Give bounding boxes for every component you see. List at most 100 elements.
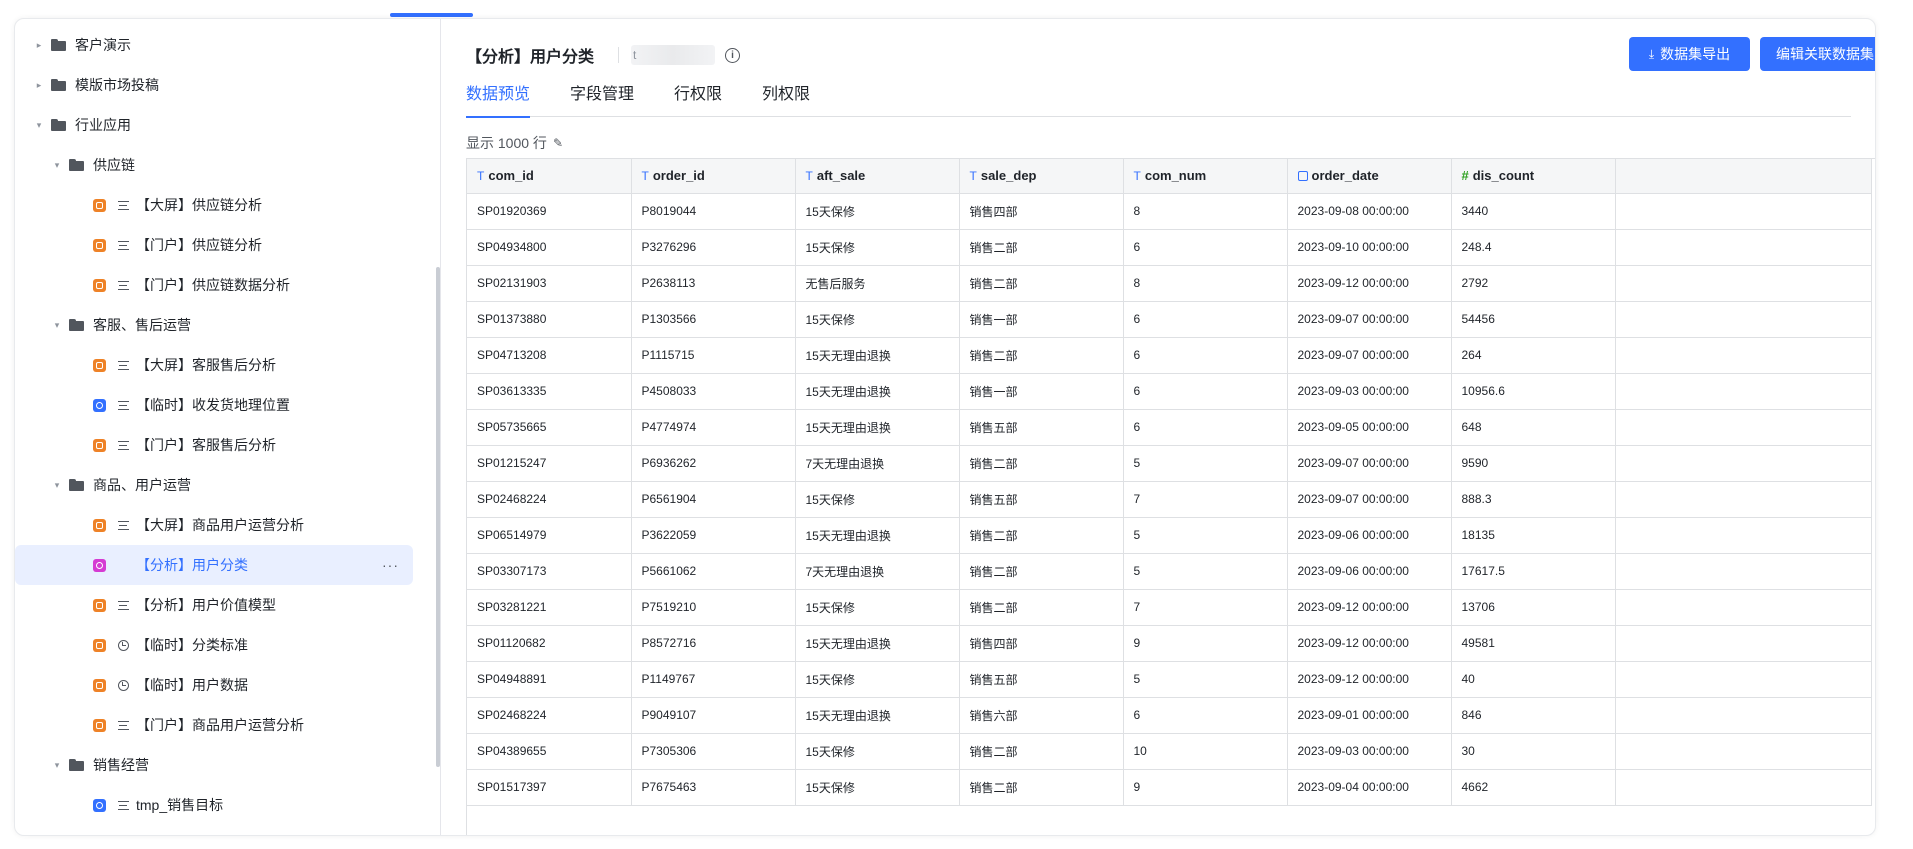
tab-column-permission[interactable]: 列权限 (762, 83, 810, 117)
tree-item-label: 【门户】供应链数据分析 (136, 277, 290, 293)
table-cell: 5 (1123, 445, 1288, 482)
table-cell: 888.3 (1451, 481, 1616, 518)
table-cell: 30 (1451, 733, 1616, 770)
export-dataset-button[interactable]: ⤓ 数据集导出 (1629, 37, 1750, 71)
tree-folder[interactable]: ▸ 模版市场投稿 (15, 65, 415, 105)
tree-folder[interactable]: ▾ 供应链 (15, 145, 415, 185)
folder-icon (51, 119, 67, 131)
column-name: dis_count (1472, 168, 1535, 184)
table-row: SP04948891 P1149767 15天保修 销售五部 5 2023-09-12 0… (467, 661, 1872, 698)
tree-dataset[interactable]: 【大屏】商品用户运营分析 (15, 505, 415, 545)
tab-data-preview[interactable]: 数据预览 (466, 83, 531, 118)
tree-item-label: 【大屏】供应链分析 (136, 197, 262, 213)
folder-icon (69, 159, 85, 171)
tree-dataset[interactable]: tmp_销售目标 (15, 785, 415, 825)
tree-folder[interactable]: ▾ 销售经营 (15, 745, 415, 785)
tree-item-label: 【门户】客服售后分析 (136, 437, 276, 453)
column-header[interactable]: # dis_count (1451, 159, 1616, 194)
table-cell: 7天无理由退换 (795, 553, 960, 590)
text-type-icon: T (969, 169, 977, 184)
tab-field-management[interactable]: 字段管理 (570, 83, 634, 117)
table-cell: P5661062 (631, 553, 796, 590)
table-cell: 8 (1123, 265, 1288, 302)
table-cell-overflow (1615, 697, 1872, 734)
dataset-type-icon (93, 598, 106, 612)
info-icon[interactable]: i (725, 47, 741, 63)
tree-dataset[interactable]: 【临时】收发货地理位置 (15, 385, 415, 425)
tree-dataset[interactable]: 【门户】供应链数据分析 (15, 265, 415, 305)
caret-down-icon[interactable]: ▾ (51, 159, 63, 171)
tree-folder[interactable]: ▾ 行业应用 (15, 105, 415, 145)
table-row: SP05735665 P4774974 15天无理由退换 销售五部 6 2023-09-0… (467, 409, 1872, 446)
table-row: SP01373880 P1303566 15天保修 销售一部 6 2023-09-07 0… (467, 301, 1872, 338)
caret-down-icon[interactable]: ▾ (51, 319, 63, 331)
table-cell: 15天保修 (795, 229, 960, 266)
table-cell-overflow (1615, 265, 1872, 302)
tree-dataset[interactable]: 【门户】供应链分析 (15, 225, 415, 265)
table-cell: 2023-09-03 00:00:00 (1287, 733, 1452, 770)
tree-folder[interactable]: ▸ 客户演示 (15, 25, 415, 65)
tree-dataset[interactable]: 【门户】商品用户运营分析 (15, 705, 415, 745)
tree-folder[interactable]: ▾ 客服、售后运营 (15, 305, 415, 345)
folder-icon (51, 79, 67, 91)
column-name: order_id (652, 168, 705, 184)
caret-down-icon[interactable]: ▾ (51, 479, 63, 491)
caret-right-icon[interactable]: ▸ (33, 79, 45, 91)
dataset-detail-panel: 【分析】用户分类 t i ⤓ 数据集导出 编辑关联数据集 数据预览 字段管理 行… (442, 19, 1875, 835)
tree-dataset[interactable]: 【分析】用户价值模型 (15, 585, 415, 625)
sidebar-scrollbar[interactable] (436, 267, 440, 767)
clock-icon (116, 678, 130, 692)
table-cell: 15天保修 (795, 769, 960, 806)
table-cell: 销售四部 (959, 625, 1124, 662)
column-header[interactable]: Torder_id (631, 159, 796, 194)
table-cell: SP03281221 (467, 589, 632, 626)
tree-dataset[interactable]: 【大屏】客服售后分析 (15, 345, 415, 385)
table-cell: 销售四部 (959, 193, 1124, 230)
more-options-icon[interactable]: ··· (382, 557, 399, 573)
table-horizontal-scrollbar[interactable] (466, 835, 1706, 836)
column-header[interactable]: order_date (1287, 159, 1452, 194)
dataset-type-icon (93, 558, 106, 572)
tree-dataset[interactable]: 【临时】分类标准 (15, 625, 415, 665)
table-cell: SP02468224 (467, 481, 632, 518)
tree-dataset[interactable]: 【门户】客服售后分析 (15, 425, 415, 465)
table-cell: 2023-09-06 00:00:00 (1287, 517, 1452, 554)
tree-dataset[interactable]: 【分析】用户分类 ··· (15, 545, 413, 585)
tree-item-label: 客服、售后运营 (93, 317, 191, 333)
caret-down-icon[interactable]: ▾ (33, 119, 45, 131)
dataset-type-icon (93, 198, 106, 212)
caret-right-icon[interactable]: ▸ (33, 39, 45, 51)
table-cell: SP03613335 (467, 373, 632, 410)
column-name: com_num (1144, 168, 1207, 184)
tree-dataset[interactable]: 【临时】用户数据 (15, 665, 415, 705)
tree-folder[interactable]: ▾ 商品、用户运营 (15, 465, 415, 505)
table-row: SP02468224 P9049107 15天无理由退换 销售六部 6 2023-09-0… (467, 697, 1872, 734)
table-row: SP03281221 P7519210 15天保修 销售二部 7 2023-09-12 0… (467, 589, 1872, 626)
edit-row-count-icon[interactable]: ✎ (553, 136, 563, 150)
tree-item-label: tmp_销售目标 (136, 797, 224, 813)
table-cell: SP04934800 (467, 229, 632, 266)
table-cell: 15天无理由退换 (795, 337, 960, 374)
table-cell: 销售一部 (959, 373, 1124, 410)
caret-down-icon[interactable]: ▾ (51, 759, 63, 771)
table-cell: P4508033 (631, 373, 796, 410)
filter-icon (116, 518, 130, 532)
table-cell: 2792 (1451, 265, 1616, 302)
table-cell: P7675463 (631, 769, 796, 806)
tab-row-permission[interactable]: 行权限 (674, 83, 722, 117)
table-cell: 无售后服务 (795, 265, 960, 302)
text-type-icon: T (641, 169, 649, 184)
table-cell: 10956.6 (1451, 373, 1616, 410)
data-preview-table: Tcom_id Torder_id Taft_sale Tsale_dep Tcom_n… (466, 158, 1875, 835)
table-cell: 15天保修 (795, 193, 960, 230)
column-header[interactable]: Tcom_id (467, 159, 632, 194)
table-row: SP03613335 P4508033 15天无理由退换 销售一部 6 2023-09-0… (467, 373, 1872, 410)
table-cell: SP03307173 (467, 553, 632, 590)
tree-dataset[interactable]: 【大屏】供应链分析 (15, 185, 415, 225)
table-cell: SP02468224 (467, 697, 632, 734)
edit-related-dataset-button[interactable]: 编辑关联数据集 (1760, 37, 1875, 71)
table-cell: 销售五部 (959, 661, 1124, 698)
column-header[interactable]: Taft_sale (795, 159, 960, 194)
column-header[interactable]: Tsale_dep (959, 159, 1124, 194)
column-header[interactable]: Tcom_num (1123, 159, 1288, 194)
